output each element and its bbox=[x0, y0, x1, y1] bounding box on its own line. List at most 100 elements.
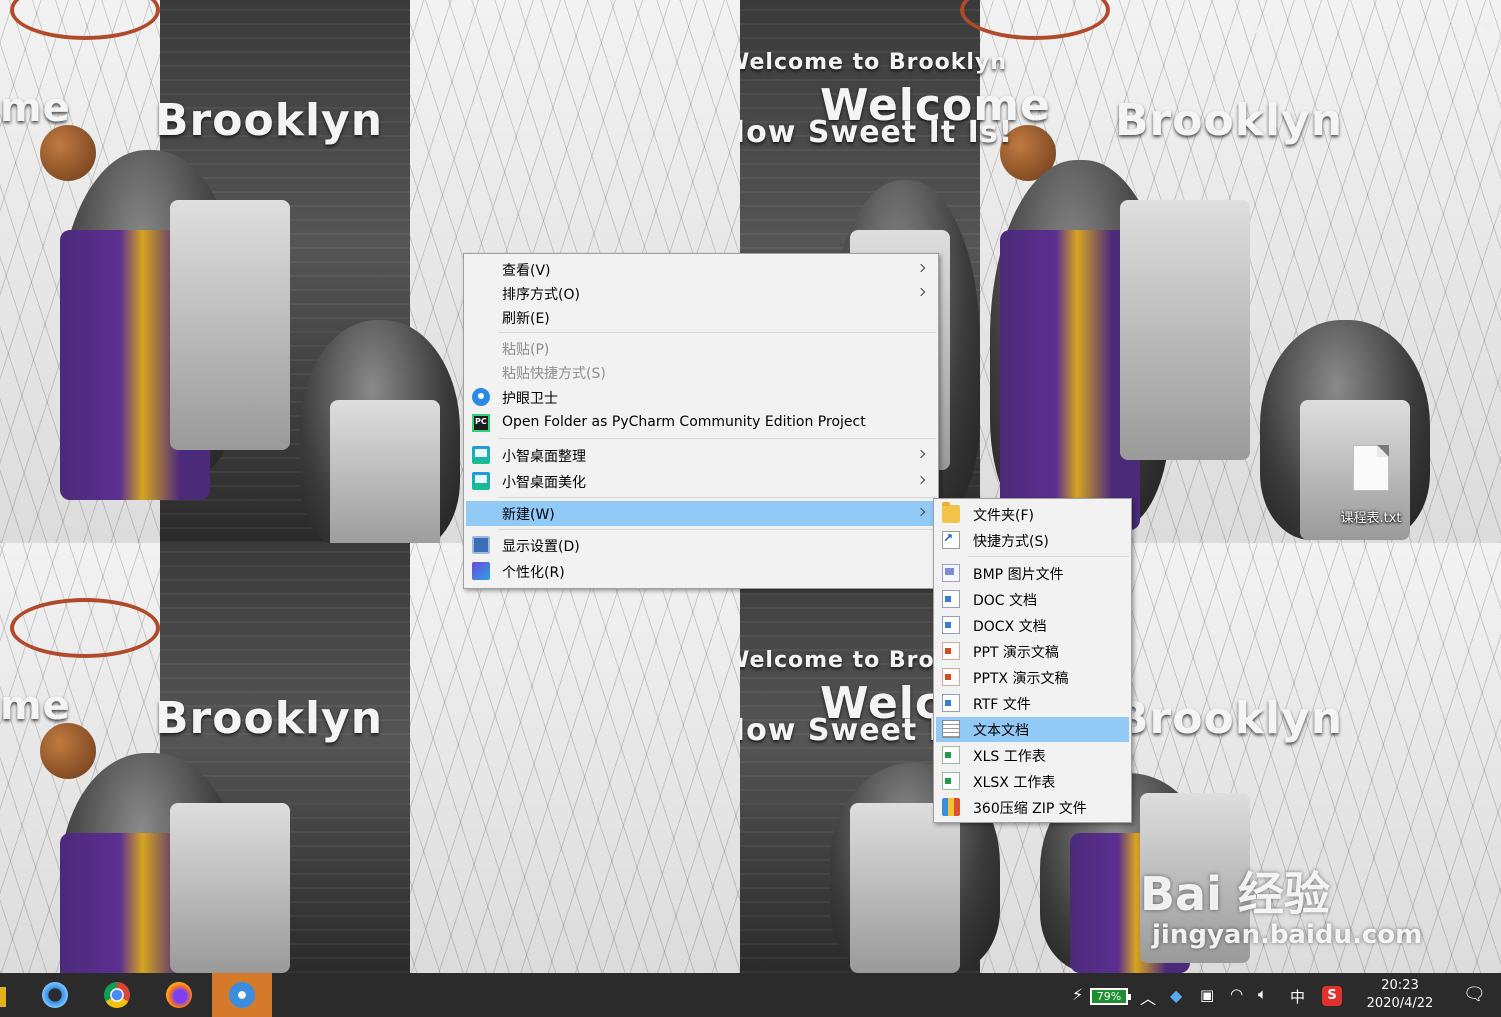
firefox-icon bbox=[166, 982, 192, 1008]
system-clock[interactable]: 20:23 2020/4/22 bbox=[1360, 977, 1440, 1013]
menu-separator bbox=[968, 556, 1129, 557]
battery-indicator[interactable]: 79% bbox=[1090, 988, 1131, 1005]
zip-file-icon bbox=[942, 798, 960, 816]
new-submenu: 文件夹(F) 快捷方式(S) BMP 图片文件 DOC 文档 DOCX 文档 P… bbox=[933, 498, 1132, 823]
submenu-item-xls[interactable]: XLS 工作表 bbox=[936, 743, 1129, 768]
menu-item-desktop-organizer[interactable]: 小智桌面整理 bbox=[466, 443, 936, 468]
notification-icon[interactable]: 🗨︎ bbox=[1463, 984, 1486, 1017]
text-file-icon bbox=[1353, 445, 1389, 491]
submenu-item-rtf[interactable]: RTF 文件 bbox=[936, 691, 1129, 716]
menu-item-label: 显示设置(D) bbox=[502, 539, 580, 555]
menu-item-eye-guard[interactable]: 护眼卫士 bbox=[466, 385, 936, 410]
submenu-item-shortcut[interactable]: 快捷方式(S) bbox=[936, 528, 1129, 553]
watermark-url: jingyan.baidu.com bbox=[1152, 920, 1423, 950]
menu-item-view[interactable]: 查看(V) bbox=[466, 257, 936, 282]
personalize-icon bbox=[472, 562, 490, 580]
submenu-item-doc[interactable]: DOC 文档 bbox=[936, 587, 1129, 612]
menu-separator bbox=[498, 438, 936, 439]
menu-separator bbox=[498, 497, 936, 498]
submenu-item-label: 快捷方式(S) bbox=[973, 534, 1049, 550]
power-plug-icon: ⚡ bbox=[1072, 985, 1084, 1004]
chevron-right-icon bbox=[916, 475, 926, 485]
taskbar-app-feishu[interactable] bbox=[212, 973, 272, 1017]
submenu-item-label: DOC 文档 bbox=[973, 593, 1038, 609]
baidu-watermark: Bai 经验 jingyan.baidu.com bbox=[1140, 868, 1422, 950]
volume-icon[interactable]: 🔈︎ bbox=[1258, 985, 1267, 1017]
wallpaper-tile-bottom-left: Brooklyn me bbox=[0, 543, 740, 973]
search-icon[interactable]: ⌕ bbox=[1415, 20, 1422, 35]
menu-item-sort-by[interactable]: 排序方式(O) bbox=[466, 281, 936, 306]
menu-item-new[interactable]: 新建(W) bbox=[466, 501, 936, 526]
menu-separator bbox=[498, 529, 936, 530]
eye-guard-icon bbox=[472, 388, 490, 406]
desktop-context-menu: 查看(V) 排序方式(O) 刷新(E) 粘贴(P) 粘贴快捷方式(S) 护眼卫士… bbox=[463, 253, 939, 589]
taskbar-app-qq-browser[interactable] bbox=[30, 973, 80, 1017]
desktop-beautify-icon bbox=[472, 472, 490, 490]
shortcut-icon bbox=[942, 531, 960, 549]
submenu-item-folder[interactable]: 文件夹(F) bbox=[936, 502, 1129, 527]
top-window-chrome: ⌄ ▭ 文档 + ⌕ ❐ ≡ bbox=[1175, 0, 1501, 50]
submenu-item-xlsx[interactable]: XLSX 工作表 bbox=[936, 769, 1129, 794]
xls-file-icon bbox=[942, 746, 960, 764]
text-file-icon bbox=[942, 720, 960, 738]
menu-item-display-settings[interactable]: 显示设置(D) bbox=[466, 533, 936, 558]
taskbar-app-firefox[interactable] bbox=[154, 973, 204, 1017]
submenu-item-text-document[interactable]: 文本文档 bbox=[936, 717, 1129, 742]
menu-separator bbox=[498, 332, 936, 333]
menu-item-label: 新建(W) bbox=[502, 507, 555, 523]
menu-item-label: 粘贴快捷方式(S) bbox=[502, 366, 606, 382]
menu-item-open-pycharm[interactable]: Open Folder as PyCharm Community Edition… bbox=[466, 411, 936, 436]
cube-icon[interactable]: ◆ bbox=[1170, 986, 1182, 1017]
chevron-up-icon[interactable]: ︿ bbox=[1140, 985, 1156, 1017]
desktop-file-item[interactable]: 课程表.txt bbox=[1330, 445, 1412, 526]
submenu-item-label: PPTX 演示文稿 bbox=[973, 671, 1069, 687]
taskbar-app-chrome[interactable] bbox=[92, 973, 142, 1017]
menu-icon[interactable]: ≡ bbox=[1481, 20, 1492, 35]
feishu-icon bbox=[229, 982, 255, 1008]
menu-item-desktop-beautify[interactable]: 小智桌面美化 bbox=[466, 469, 936, 494]
folder-icon bbox=[942, 502, 960, 523]
menu-item-label: 排序方式(O) bbox=[502, 287, 580, 303]
submenu-item-label: 360压缩 ZIP 文件 bbox=[973, 801, 1087, 817]
add-icon[interactable]: + bbox=[1383, 18, 1396, 37]
menu-item-personalize[interactable]: 个性化(R) bbox=[466, 559, 936, 584]
chevron-right-icon bbox=[916, 287, 926, 297]
xlsx-file-icon bbox=[942, 772, 960, 790]
display-settings-icon bbox=[472, 536, 490, 554]
ppt-file-icon bbox=[942, 642, 960, 660]
window-tab-label[interactable]: 文档 bbox=[1249, 20, 1275, 39]
qq-browser-icon bbox=[42, 982, 68, 1008]
submenu-item-label: XLSX 工作表 bbox=[973, 775, 1056, 791]
chevron-down-icon[interactable]: ⌄ bbox=[1191, 20, 1202, 35]
submenu-item-docx[interactable]: DOCX 文档 bbox=[936, 613, 1129, 638]
menu-item-paste-shortcut: 粘贴快捷方式(S) bbox=[466, 360, 936, 385]
submenu-item-pptx[interactable]: PPTX 演示文稿 bbox=[936, 665, 1129, 690]
menu-item-label: 护眼卫士 bbox=[502, 391, 558, 407]
menu-item-label: 粘贴(P) bbox=[502, 342, 550, 358]
chevron-right-icon bbox=[916, 263, 926, 273]
ime-indicator[interactable]: 中 bbox=[1290, 986, 1305, 1017]
submenu-item-label: BMP 图片文件 bbox=[973, 567, 1064, 583]
start-edge[interactable] bbox=[0, 987, 6, 1007]
device-icon[interactable]: ▣ bbox=[1200, 986, 1214, 1017]
submenu-item-ppt[interactable]: PPT 演示文稿 bbox=[936, 639, 1129, 664]
clock-time: 20:23 bbox=[1381, 978, 1419, 993]
chevron-right-icon bbox=[916, 507, 926, 517]
submenu-item-label: XLS 工作表 bbox=[973, 749, 1046, 765]
menu-item-label: 小智桌面美化 bbox=[502, 475, 586, 491]
desktop-file-label: 课程表.txt bbox=[1340, 511, 1402, 526]
chrome-icon bbox=[104, 982, 130, 1008]
submenu-item-label: RTF 文件 bbox=[973, 697, 1031, 713]
doc-file-icon bbox=[942, 590, 960, 608]
menu-item-refresh[interactable]: 刷新(E) bbox=[466, 305, 936, 330]
sogou-icon[interactable]: S bbox=[1322, 986, 1342, 1006]
submenu-item-bmp[interactable]: BMP 图片文件 bbox=[936, 561, 1129, 586]
wifi-icon[interactable]: ◠ bbox=[1230, 985, 1243, 1017]
menu-item-paste: 粘贴(P) bbox=[466, 336, 936, 361]
rtf-file-icon bbox=[942, 694, 960, 712]
window-icon: ▭ bbox=[1223, 20, 1236, 35]
menu-item-label: 小智桌面整理 bbox=[502, 449, 586, 465]
clock-date: 2020/4/22 bbox=[1366, 996, 1434, 1011]
copy-icon[interactable]: ❐ bbox=[1447, 20, 1459, 35]
submenu-item-zip[interactable]: 360压缩 ZIP 文件 bbox=[936, 795, 1129, 820]
